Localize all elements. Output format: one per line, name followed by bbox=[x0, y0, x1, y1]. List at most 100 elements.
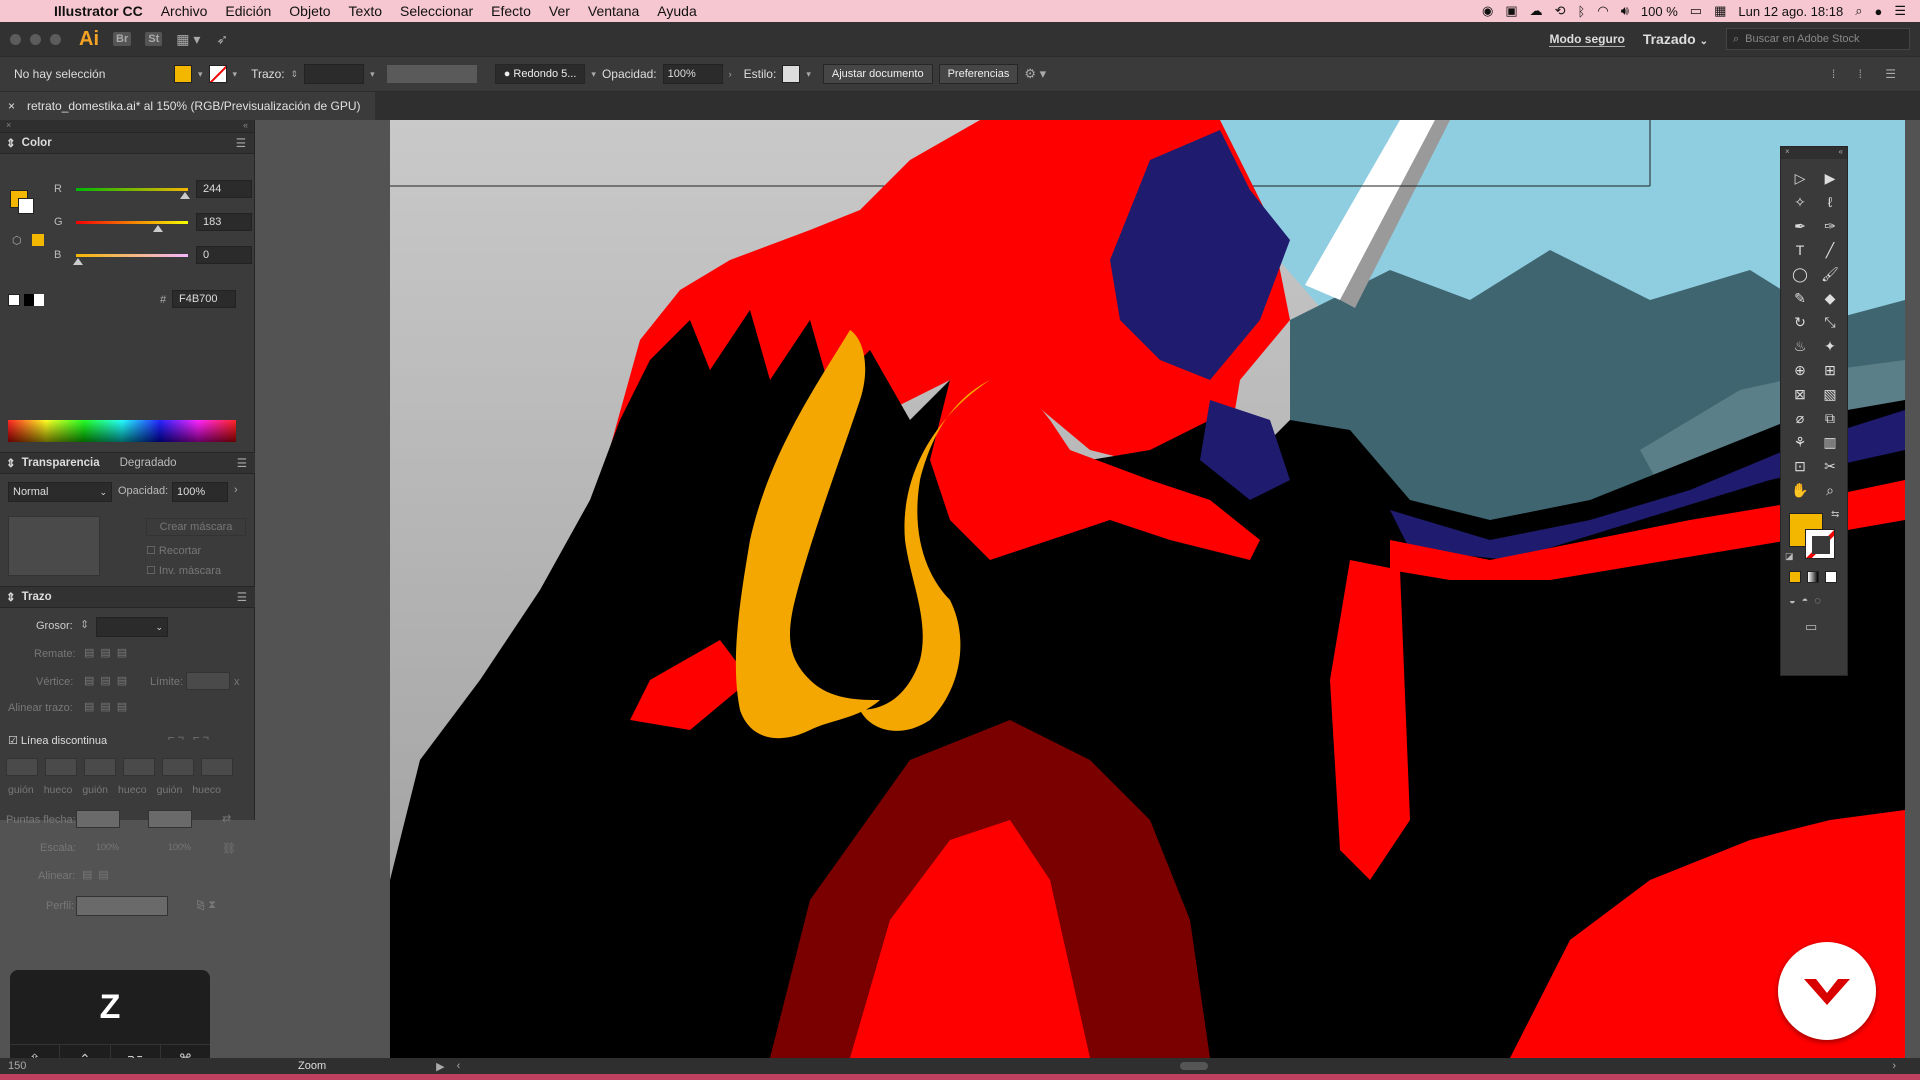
time-machine-icon[interactable]: ⟲ bbox=[1555, 3, 1566, 19]
scale-start-field[interactable]: 100% bbox=[96, 842, 119, 852]
black-swatch[interactable] bbox=[24, 294, 34, 306]
cap-buttons[interactable]: ▤▤▤ bbox=[84, 646, 133, 659]
tools-panel-header[interactable]: × « bbox=[1781, 147, 1847, 159]
slice-tool-icon[interactable]: ✂ bbox=[1815, 455, 1845, 477]
arrowhead-end-select[interactable] bbox=[148, 810, 192, 828]
draw-normal-icon[interactable]: ◒ bbox=[1789, 595, 1796, 607]
perspective-grid-tool-icon[interactable]: ⊞ bbox=[1815, 359, 1845, 381]
minimize-window-button[interactable] bbox=[30, 33, 41, 45]
menu-efecto[interactable]: Efecto bbox=[482, 3, 540, 19]
stroke-weight-dropdown[interactable]: ▾ bbox=[370, 69, 375, 80]
hex-value-field[interactable]: F4B700 bbox=[172, 290, 236, 308]
gap-field-1[interactable] bbox=[45, 758, 77, 776]
spotlight-icon[interactable]: ⌕ bbox=[1855, 3, 1862, 19]
stroke-panel-header[interactable]: ⇕ Trazo ☰ bbox=[0, 586, 255, 608]
blend-mode-select[interactable]: Normal ⌄ bbox=[8, 482, 112, 502]
panel-dock-header[interactable]: × « bbox=[0, 120, 254, 132]
eyedropper-tool-icon[interactable]: ⌀ bbox=[1785, 407, 1815, 429]
menu-objeto[interactable]: Objeto bbox=[280, 3, 339, 19]
blue-slider[interactable] bbox=[73, 253, 188, 265]
white-swatch[interactable] bbox=[34, 294, 44, 306]
lasso-tool-icon[interactable]: ℓ bbox=[1815, 191, 1845, 213]
panel-menu-icon[interactable]: ☰ bbox=[237, 456, 247, 470]
blend-tool-icon[interactable]: ⧉ bbox=[1815, 407, 1845, 429]
red-slider[interactable] bbox=[76, 187, 190, 199]
gradient-mode-icon[interactable] bbox=[1807, 571, 1819, 583]
paintbrush-tool-icon[interactable]: 🖌︎ bbox=[1815, 263, 1845, 285]
shape-builder-tool-icon[interactable]: ⊕ bbox=[1785, 359, 1815, 381]
horizontal-scrollbar-thumb[interactable] bbox=[1180, 1062, 1209, 1070]
dash-field-3[interactable] bbox=[162, 758, 194, 776]
dash-field-1[interactable] bbox=[6, 758, 38, 776]
collapse-icon[interactable]: ⇕ bbox=[6, 456, 16, 470]
menu-ver[interactable]: Ver bbox=[540, 3, 579, 19]
puppet-warp-tool-icon[interactable]: ✦ bbox=[1815, 335, 1845, 357]
stroke-weight-field[interactable] bbox=[304, 64, 365, 84]
stock-button[interactable]: St bbox=[145, 32, 163, 46]
scale-tool-icon[interactable]: ⤡ bbox=[1815, 311, 1845, 333]
panel-options-icons[interactable]: ⁞ ⁞ ☰ bbox=[1832, 67, 1906, 81]
collapse-icon[interactable]: ⇕ bbox=[6, 590, 16, 604]
r-value-field[interactable]: 244 bbox=[196, 180, 252, 198]
gradient-tool-icon[interactable]: ▧ bbox=[1815, 383, 1845, 405]
zoom-window-button[interactable] bbox=[50, 33, 61, 45]
panel-menu-icon[interactable]: ☰ bbox=[236, 136, 246, 150]
zoom-tool-icon[interactable]: ⌕ bbox=[1815, 479, 1845, 501]
linea-discontinua-checkbox[interactable]: ☑ Línea discontinua bbox=[8, 734, 107, 747]
hand-tool-icon[interactable]: ✋ bbox=[1785, 479, 1815, 501]
calendar-icon[interactable]: ▦ bbox=[1714, 3, 1726, 19]
variable-width-profile[interactable] bbox=[386, 65, 477, 83]
creative-cloud-icon[interactable]: ☁ bbox=[1530, 3, 1543, 19]
profile-select[interactable] bbox=[76, 896, 168, 916]
color-mode-icon[interactable] bbox=[1789, 571, 1801, 583]
siri-icon[interactable]: ● bbox=[1874, 4, 1882, 19]
shaper-tool-icon[interactable]: ✎ bbox=[1785, 287, 1815, 309]
artboard-canvas[interactable] bbox=[390, 120, 1905, 1058]
wifi-icon[interactable]: ◠ bbox=[1597, 3, 1608, 19]
record-icon[interactable]: ◉ bbox=[1482, 3, 1493, 19]
none-mode-icon[interactable] bbox=[1825, 571, 1837, 583]
close-tab-icon[interactable]: × bbox=[8, 99, 15, 113]
document-tab[interactable]: × retrato_domestika.ai* al 150% (RGB/Pre… bbox=[0, 92, 375, 120]
link-scale-icon[interactable]: ⛓ bbox=[222, 842, 236, 855]
symbol-sprayer-tool-icon[interactable]: ⚘ bbox=[1785, 431, 1815, 453]
arrowhead-start-select[interactable] bbox=[76, 810, 120, 828]
none-swatch[interactable] bbox=[8, 294, 20, 306]
color-panel-header[interactable]: ⇕ Color ☰ bbox=[0, 132, 254, 154]
ellipse-tool-icon[interactable]: ◯ bbox=[1785, 263, 1815, 285]
swap-fill-stroke-icon[interactable]: ⇆ bbox=[1831, 509, 1839, 520]
gap-field-3[interactable] bbox=[201, 758, 233, 776]
menu-texto[interactable]: Texto bbox=[340, 3, 391, 19]
arrange-documents-icon[interactable]: ▦ ▾ bbox=[176, 31, 200, 48]
stock-search-input[interactable]: ⌕ Buscar en Adobe Stock bbox=[1726, 28, 1910, 50]
line-tool-icon[interactable]: ╱ bbox=[1815, 239, 1845, 261]
screen-mode-icon[interactable]: ▭ bbox=[1781, 619, 1847, 635]
weight-stepper[interactable]: ⇕ bbox=[80, 618, 89, 631]
menu-edicion[interactable]: Edición bbox=[216, 3, 280, 19]
preferencias-button[interactable]: Preferencias bbox=[938, 64, 1019, 84]
mesh-tool-icon[interactable]: ⊠ bbox=[1785, 383, 1815, 405]
brush-dropdown-icon[interactable]: ▾ bbox=[591, 69, 596, 80]
workspace-switcher[interactable]: Trazado ⌄ bbox=[1643, 31, 1708, 47]
fill-dropdown-icon[interactable]: ▾ bbox=[198, 69, 203, 80]
graph-tool-icon[interactable]: ▥ bbox=[1815, 431, 1845, 453]
pen-tool-icon[interactable]: ✒ bbox=[1785, 215, 1815, 237]
cube-icon[interactable]: ⬡ bbox=[12, 234, 22, 247]
weight-field[interactable]: ⌄ bbox=[96, 617, 168, 637]
collapse-icon[interactable]: ⇕ bbox=[6, 136, 16, 150]
bluetooth-icon[interactable]: ᛒ bbox=[1578, 4, 1586, 19]
eraser-tool-icon[interactable]: ◆ bbox=[1815, 287, 1845, 309]
g-value-field[interactable]: 183 bbox=[196, 213, 252, 231]
ajustar-documento-button[interactable]: Ajustar documento bbox=[822, 64, 933, 84]
corner-buttons[interactable]: ▤▤▤ bbox=[84, 674, 133, 687]
menu-ventana[interactable]: Ventana bbox=[579, 3, 648, 19]
battery-label[interactable]: 100 % bbox=[1641, 4, 1678, 19]
datetime[interactable]: Lun 12 ago. 18:18 bbox=[1738, 4, 1843, 19]
color-spectrum[interactable] bbox=[8, 420, 236, 442]
bridge-button[interactable]: Br bbox=[113, 32, 132, 46]
artboard-tool-icon[interactable]: ⊡ bbox=[1785, 455, 1815, 477]
direct-selection-tool-icon[interactable]: ▶ bbox=[1815, 167, 1845, 189]
default-fill-stroke-icon[interactable]: ◪ bbox=[1785, 551, 1794, 562]
scroll-left-icon[interactable]: ‹ bbox=[457, 1060, 461, 1072]
volume-icon[interactable]: 🔊︎ bbox=[1621, 3, 1629, 19]
